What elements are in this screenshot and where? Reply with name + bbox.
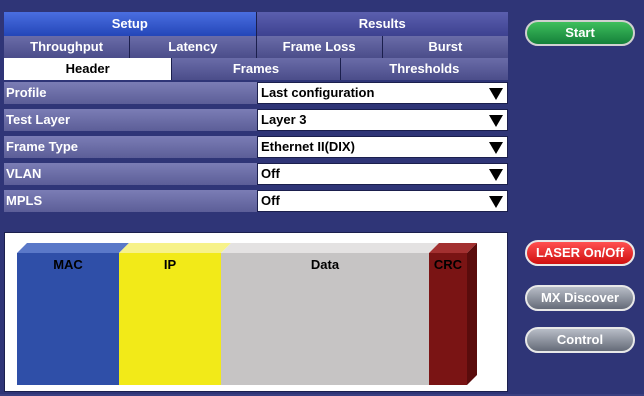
setting-label: Test Layer bbox=[4, 109, 257, 131]
frame-type-dropdown[interactable]: Ethernet II(DIX) bbox=[257, 136, 508, 158]
dropdown-value: Ethernet II(DIX) bbox=[261, 139, 355, 154]
config-tab-bar: Header Frames Thresholds bbox=[4, 58, 508, 80]
setting-row-frame-type: Frame Type Ethernet II(DIX) bbox=[4, 136, 508, 158]
setting-label: MPLS bbox=[4, 190, 257, 212]
setting-label: VLAN bbox=[4, 163, 257, 185]
crc-label: CRC bbox=[434, 257, 463, 272]
mx-discover-button[interactable]: MX Discover bbox=[525, 285, 635, 311]
mpls-dropdown[interactable]: Off bbox=[257, 190, 508, 212]
mac-segment bbox=[17, 253, 119, 385]
frame-diagram-svg: MAC IP Data CRC bbox=[17, 243, 477, 385]
setting-row-vlan: VLAN Off bbox=[4, 163, 508, 185]
vlan-dropdown[interactable]: Off bbox=[257, 163, 508, 185]
tab-throughput[interactable]: Throughput bbox=[4, 36, 131, 58]
dropdown-value: Off bbox=[261, 166, 280, 181]
setting-row-profile: Profile Last configuration bbox=[4, 82, 508, 104]
ip-label: IP bbox=[164, 257, 177, 272]
data-segment bbox=[221, 253, 429, 385]
tab-results[interactable]: Results bbox=[256, 12, 508, 36]
mac-segment-top bbox=[17, 243, 129, 253]
dropdown-arrow-icon bbox=[489, 142, 503, 154]
dropdown-arrow-icon bbox=[489, 115, 503, 127]
dropdown-value: Layer 3 bbox=[261, 112, 307, 127]
tab-burst[interactable]: Burst bbox=[382, 36, 508, 58]
dropdown-value: Last configuration bbox=[261, 85, 375, 100]
settings-list: Profile Last configuration Test Layer La… bbox=[4, 82, 508, 217]
tab-frames[interactable]: Frames bbox=[172, 58, 341, 80]
crc-segment bbox=[429, 253, 467, 385]
mac-label: MAC bbox=[53, 257, 83, 272]
dropdown-arrow-icon bbox=[489, 196, 503, 208]
profile-dropdown[interactable]: Last configuration bbox=[257, 82, 508, 104]
screen: Setup Results Throughput Latency Frame L… bbox=[0, 0, 644, 394]
dropdown-arrow-icon bbox=[489, 88, 503, 100]
data-label: Data bbox=[311, 257, 340, 272]
setting-row-test-layer: Test Layer Layer 3 bbox=[4, 109, 508, 131]
tab-thresholds[interactable]: Thresholds bbox=[340, 58, 508, 80]
tab-header[interactable]: Header bbox=[4, 58, 173, 80]
top-tab-bar: Setup Results bbox=[4, 12, 508, 36]
ip-segment bbox=[119, 253, 221, 385]
test-tab-bar: Throughput Latency Frame Loss Burst bbox=[4, 36, 508, 58]
ip-segment-top bbox=[119, 243, 231, 253]
frame-structure-diagram: MAC IP Data CRC bbox=[4, 232, 508, 392]
setting-label: Profile bbox=[4, 82, 257, 104]
dropdown-arrow-icon bbox=[489, 169, 503, 181]
tab-setup[interactable]: Setup bbox=[4, 12, 257, 36]
crc-segment-side bbox=[467, 243, 477, 385]
test-layer-dropdown[interactable]: Layer 3 bbox=[257, 109, 508, 131]
tab-frame-loss[interactable]: Frame Loss bbox=[256, 36, 383, 58]
setting-label: Frame Type bbox=[4, 136, 257, 158]
setting-row-mpls: MPLS Off bbox=[4, 190, 508, 212]
start-button[interactable]: Start bbox=[525, 20, 635, 46]
laser-toggle-button[interactable]: LASER On/Off bbox=[525, 240, 635, 266]
main-panel: Setup Results Throughput Latency Frame L… bbox=[4, 12, 508, 392]
tab-latency[interactable]: Latency bbox=[130, 36, 257, 58]
data-segment-top bbox=[221, 243, 439, 253]
dropdown-value: Off bbox=[261, 193, 280, 208]
control-button[interactable]: Control bbox=[525, 327, 635, 353]
